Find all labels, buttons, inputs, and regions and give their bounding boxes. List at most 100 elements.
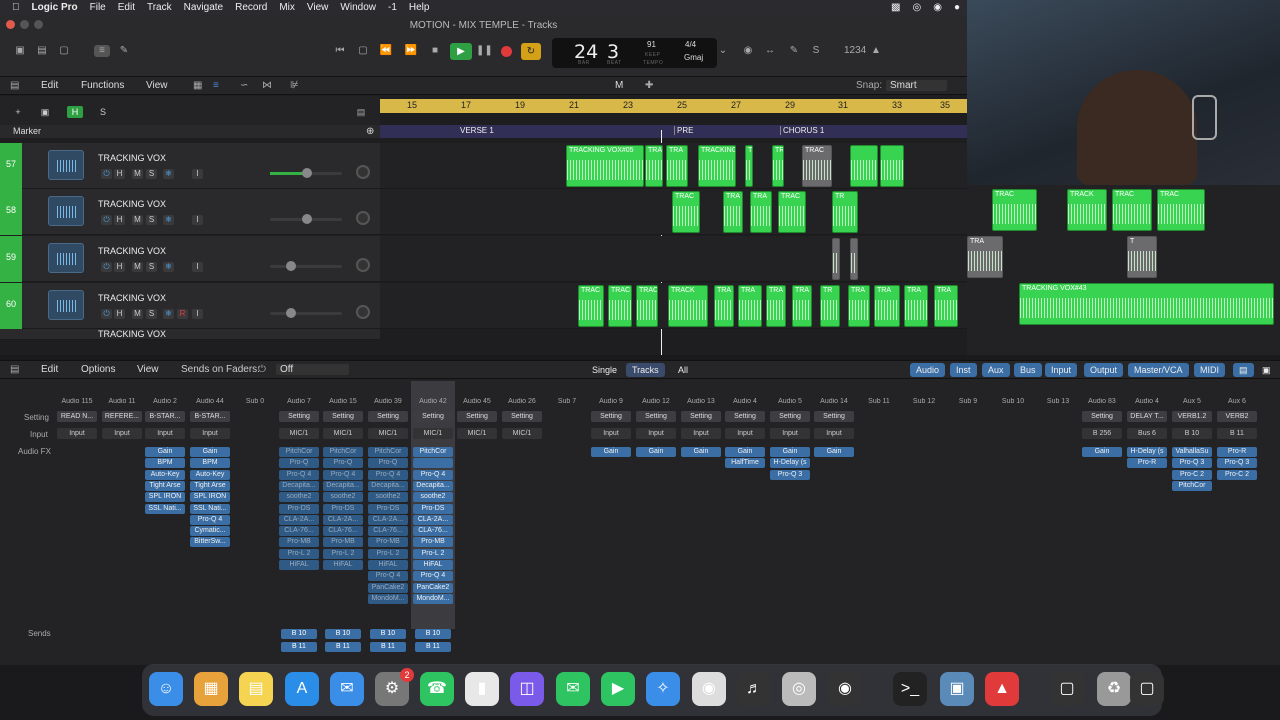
bar-ruler[interactable]: 15 17 19 21 23 25 27 29 31 33 35 <box>380 99 967 113</box>
trash-icon[interactable]: ♻ <box>1097 672 1131 706</box>
channel-strip[interactable]: Sub 0 <box>233 381 277 629</box>
duplicate-track-icon[interactable]: ▣ <box>37 106 53 118</box>
input-slot[interactable]: MIC/1 <box>457 428 497 439</box>
menu-track[interactable]: Track <box>147 2 172 13</box>
plugin-slot[interactable]: Pro-DS <box>279 503 319 514</box>
input-monitor-button[interactable]: I <box>192 215 203 225</box>
input-slot[interactable]: Input <box>190 428 230 439</box>
channel-strip[interactable]: Sub 9 <box>946 381 990 629</box>
setting-button[interactable]: REFERE... <box>102 411 142 422</box>
audio-region[interactable]: TRAC <box>578 285 604 327</box>
setting-button[interactable]: Setting <box>368 411 408 422</box>
input-slot[interactable]: MIC/1 <box>413 428 453 439</box>
audio-region[interactable]: TRAC <box>745 145 753 187</box>
setting-button[interactable]: VERB1.2 <box>1172 411 1212 422</box>
volume-knob[interactable] <box>286 261 296 271</box>
input-slot[interactable]: B 256 <box>1082 428 1122 439</box>
plugin-slot[interactable]: PitchCor <box>279 447 319 457</box>
send-slot[interactable]: B 10 <box>415 629 451 639</box>
plugin-slot[interactable]: Gain <box>814 447 854 457</box>
plugin-slot[interactable]: Pro-C 2 <box>1217 469 1257 480</box>
input-slot[interactable]: Input <box>145 428 185 439</box>
pan-knob[interactable] <box>356 211 370 225</box>
track-lane[interactable]: TRACKING VOX#05 TRA TRA TRACKING TRAC TRAC TRA… <box>380 143 967 189</box>
input-slot[interactable]: Input <box>636 428 676 439</box>
audio-disk-icon[interactable]: ◎ <box>782 672 816 706</box>
plugin-slot[interactable]: Gain <box>145 447 185 457</box>
plugin-slot[interactable]: Auto-Key <box>145 469 185 480</box>
audio-region[interactable]: TRA <box>904 285 928 327</box>
filter-output[interactable]: Output <box>1084 363 1124 377</box>
solo-button[interactable]: S <box>146 169 157 179</box>
terminal-icon[interactable]: >_ <box>893 672 927 706</box>
mute-button[interactable]: M <box>132 169 143 179</box>
plugin-slot[interactable]: Pro-Q 4 <box>368 469 408 480</box>
logic-pro-icon[interactable]: ◉ <box>692 672 726 706</box>
setting-button[interactable]: Setting <box>636 411 676 422</box>
track-lane[interactable]: TRAC TRAC TRAC TRACK TRA TRA TRA TRA TR TRA TRA TRA… <box>380 283 967 329</box>
messages-icon[interactable]: ✉ <box>556 672 590 706</box>
audio-region[interactable]: TRAC <box>1157 189 1205 231</box>
menu-file[interactable]: File <box>90 2 106 13</box>
plugin-slot[interactable]: Pro-Q 3 <box>1172 458 1212 469</box>
solo-global-button[interactable]: S <box>95 106 111 118</box>
mute-button[interactable]: M <box>132 309 143 319</box>
input-slot[interactable]: MIC/1 <box>323 428 363 439</box>
plugin-slot[interactable]: Pro-MB <box>279 537 319 548</box>
channel-strip[interactable]: Sub 12 <box>902 381 946 629</box>
control-center-icon[interactable]: ▩ <box>891 2 900 13</box>
automation-icon[interactable]: ∽ <box>240 80 248 91</box>
solo-button[interactable]: S <box>146 309 157 319</box>
single-view-button[interactable]: Single <box>586 363 623 377</box>
setting-button[interactable]: VERB2 <box>1217 411 1257 422</box>
channel-strip[interactable]: Sub 13 <box>1036 381 1080 629</box>
plugin-slot[interactable]: Pro-Q 3 <box>1217 458 1257 469</box>
setting-button[interactable]: READ N... <box>57 411 97 422</box>
hide-button[interactable]: H <box>114 262 125 272</box>
menu-window[interactable]: Window <box>340 2 376 13</box>
plugin-slot[interactable]: Pro-Q 4 <box>413 571 453 582</box>
audio-region[interactable]: TR <box>832 191 858 233</box>
track-name[interactable]: TRACKING VOX <box>98 199 166 209</box>
sends-power-icon[interactable]: ⏻ <box>258 364 266 375</box>
global-tracks-icon[interactable]: ▤ <box>353 106 369 118</box>
plugin-slot[interactable]: Pro-MB <box>323 537 363 548</box>
plugin-slot[interactable]: BPM <box>190 458 230 469</box>
plugin-slot[interactable]: PitchCor <box>413 447 453 457</box>
mute-button[interactable]: M <box>132 262 143 272</box>
audio-region[interactable]: TRAC <box>772 145 784 187</box>
channel-strip[interactable]: Audio 42 Setting MIC/1 PitchCor Pro-Q 4 Decap… <box>411 381 455 652</box>
setting-button[interactable]: Setting <box>725 411 765 422</box>
menu-view[interactable]: View <box>307 2 329 13</box>
volume-slider[interactable] <box>270 308 342 318</box>
filter-master-vca[interactable]: Master/VCA <box>1128 363 1189 377</box>
smart-controls-icon[interactable]: ≡ <box>94 45 110 57</box>
plugin-slot[interactable]: Pro-C 2 <box>1172 469 1212 480</box>
track-name[interactable]: TRACKING VOX <box>98 293 166 303</box>
channel-strip[interactable]: Audio 83 Setting B 256 Gain <box>1080 381 1124 629</box>
filter-input[interactable]: Input <box>1045 363 1078 377</box>
track-name[interactable]: TRACKING VOX <box>98 329 166 339</box>
plugin-slot[interactable]: PanCake2 <box>413 582 453 593</box>
cycle-button[interactable]: ↻ <box>521 43 541 60</box>
plugin-slot[interactable]: HiFAL <box>323 560 363 570</box>
input-monitor-button[interactable]: I <box>192 309 203 319</box>
plugin-slot[interactable]: HiFAL <box>279 560 319 570</box>
setting-button[interactable]: Setting <box>1082 411 1122 422</box>
plugin-slot[interactable]: Gain <box>591 447 631 457</box>
facetime-icon[interactable]: ▶ <box>601 672 635 706</box>
input-slot[interactable]: Input <box>725 428 765 439</box>
editors-icon[interactable]: ✎ <box>116 45 132 57</box>
input-monitor-button[interactable]: I <box>192 169 203 179</box>
audio-region[interactable]: T <box>1127 236 1157 278</box>
filter-bus[interactable]: Bus <box>1014 363 1042 377</box>
plugin-slot[interactable]: Decapita... <box>279 480 319 491</box>
setting-button[interactable]: Setting <box>681 411 721 422</box>
power-icon[interactable]: ⏻ <box>101 215 112 225</box>
setting-button[interactable]: Setting <box>457 411 497 422</box>
plugin-slot[interactable]: CLA-2A... <box>279 514 319 525</box>
go-to-beginning-icon[interactable]: ⏮ <box>332 45 348 57</box>
grid-view-icon[interactable]: ▦ <box>193 80 202 91</box>
power-icon[interactable]: ⏻ <box>101 262 112 272</box>
audio-region[interactable]: TRA <box>738 285 762 327</box>
